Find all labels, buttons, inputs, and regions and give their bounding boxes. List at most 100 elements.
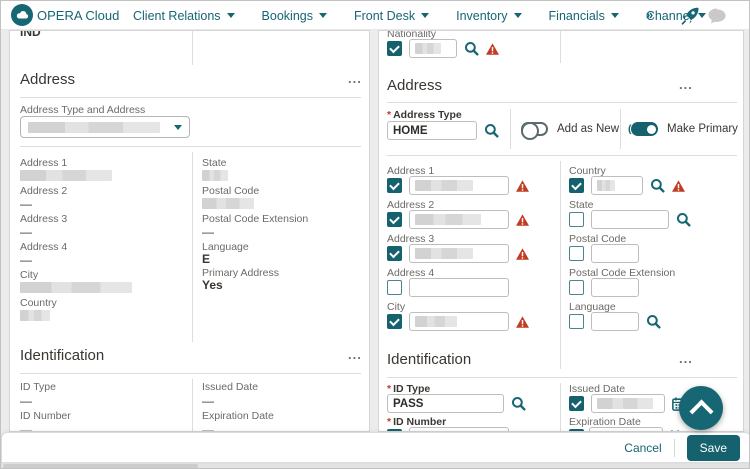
- warning-icon: [516, 179, 529, 192]
- postal-code-input[interactable]: [591, 244, 639, 263]
- chat-icon[interactable]: [705, 4, 728, 27]
- nav-item-inventory[interactable]: Inventory: [456, 9, 522, 23]
- nationality-checkbox[interactable]: [387, 41, 402, 56]
- identification-section-menu[interactable]: ...: [679, 351, 693, 366]
- nav-item-bookings[interactable]: Bookings: [262, 9, 327, 23]
- nav-overflow-chevrons[interactable]: »: [646, 7, 653, 22]
- address-type-dropdown[interactable]: [20, 116, 190, 138]
- field-label: Address 2: [20, 185, 68, 197]
- address-4-checkbox[interactable]: [387, 280, 402, 295]
- left-profile-panel: IND Address ... Address Type and Address…: [9, 30, 370, 432]
- address-2-checkbox[interactable]: [387, 212, 402, 227]
- redacted-value: [415, 214, 481, 225]
- issued-date-checkbox[interactable]: [569, 396, 584, 411]
- country-checkbox[interactable]: [569, 178, 584, 193]
- column-divider: [192, 152, 193, 342]
- column-divider: [620, 109, 621, 149]
- nav-item-front-desk[interactable]: Front Desk: [354, 9, 430, 23]
- make-primary-toggle[interactable]: [631, 122, 658, 136]
- chevron-down-icon: [226, 13, 235, 18]
- search-icon[interactable]: [646, 314, 661, 329]
- search-icon[interactable]: [650, 178, 665, 193]
- field-label: Address 1: [20, 157, 68, 169]
- right-edit-panel: Nationality Address ... * Address Type HO…: [378, 30, 744, 432]
- warning-icon: [516, 315, 529, 328]
- redacted-value: [20, 170, 112, 181]
- add-as-new-control: Add as New (?): [521, 122, 641, 140]
- nationality-input[interactable]: [409, 39, 457, 58]
- address-1-checkbox[interactable]: [387, 178, 402, 193]
- address-section-menu[interactable]: ...: [348, 71, 362, 86]
- country-input[interactable]: [591, 176, 643, 195]
- horizontal-scrollbar-thumb[interactable]: [3, 464, 198, 468]
- address-type-input[interactable]: HOME: [387, 121, 477, 140]
- opera-cloud-logo-icon[interactable]: [11, 4, 33, 26]
- nav-item-financials[interactable]: Financials: [549, 9, 619, 23]
- address-1-input[interactable]: [409, 176, 509, 195]
- address-1-row: [387, 176, 529, 195]
- postal-code-row: [569, 244, 639, 263]
- redacted-value: [415, 316, 457, 327]
- warning-icon: [516, 213, 529, 226]
- rocket-icon[interactable]: [678, 4, 701, 27]
- field-value: —: [20, 394, 32, 408]
- section-title-address: Address: [387, 77, 443, 94]
- save-button[interactable]: Save: [686, 434, 740, 461]
- field-label: Expiration Date: [202, 410, 274, 422]
- redacted-value: [202, 198, 254, 209]
- issued-date-row: [569, 394, 686, 413]
- city-row: [387, 312, 529, 331]
- cancel-button[interactable]: Cancel: [624, 441, 661, 455]
- address-3-checkbox[interactable]: [387, 246, 402, 261]
- address-type-label: * Address Type: [387, 109, 462, 121]
- field-label: ID Number: [20, 410, 71, 422]
- postal-code-checkbox[interactable]: [569, 246, 584, 261]
- horizontal-scrollbar[interactable]: [1, 463, 749, 468]
- field-label: State: [202, 157, 227, 169]
- address-4-input[interactable]: [409, 278, 509, 297]
- address-2-row: [387, 210, 529, 229]
- divider: [20, 146, 361, 147]
- add-as-new-toggle[interactable]: [521, 122, 548, 140]
- search-icon[interactable]: [464, 41, 479, 56]
- column-divider: [192, 31, 193, 65]
- field-label: Address 4: [20, 241, 68, 253]
- section-title-address: Address: [20, 71, 76, 88]
- address-section-menu[interactable]: ...: [679, 77, 693, 92]
- field-value: —: [202, 225, 214, 239]
- chevron-down-icon: [318, 13, 327, 18]
- main-menu: Client Relations Bookings Front Desk Inv…: [133, 1, 707, 30]
- warning-icon: [486, 42, 499, 55]
- search-icon[interactable]: [484, 123, 499, 138]
- chevron-down-icon: [610, 13, 619, 18]
- city-checkbox[interactable]: [387, 314, 402, 329]
- search-icon[interactable]: [511, 396, 526, 411]
- field-label: ID Type: [20, 381, 56, 393]
- postal-code-ext-input[interactable]: [591, 278, 639, 297]
- address-3-input[interactable]: [409, 244, 509, 263]
- divider: [387, 377, 737, 378]
- postal-code-ext-row: [569, 278, 639, 297]
- address-4-row: [387, 278, 509, 297]
- nav-item-client-relations[interactable]: Client Relations: [133, 9, 235, 23]
- identification-section-menu[interactable]: ...: [348, 347, 362, 362]
- state-input[interactable]: [591, 210, 669, 229]
- redacted-value: [415, 43, 441, 54]
- city-input[interactable]: [409, 312, 509, 331]
- field-value: —: [20, 253, 32, 267]
- state-checkbox[interactable]: [569, 212, 584, 227]
- language-input[interactable]: [591, 312, 639, 331]
- toggle-label: Make Primary: [667, 123, 738, 135]
- search-icon[interactable]: [676, 212, 691, 227]
- id-type-row: PASS: [387, 394, 526, 413]
- issued-date-input[interactable]: [591, 394, 665, 413]
- column-divider: [192, 379, 193, 431]
- address-2-input[interactable]: [409, 210, 509, 229]
- scroll-to-top-button[interactable]: [679, 386, 723, 430]
- id-type-input[interactable]: PASS: [387, 394, 504, 413]
- language-checkbox[interactable]: [569, 314, 584, 329]
- column-divider: [560, 161, 561, 369]
- divider: [673, 438, 675, 457]
- postal-code-ext-checkbox[interactable]: [569, 280, 584, 295]
- divider: [387, 155, 737, 156]
